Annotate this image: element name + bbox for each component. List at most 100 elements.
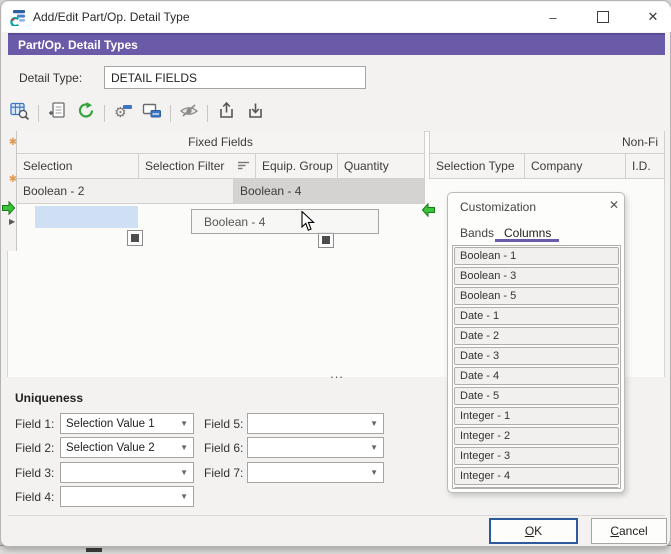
toolbar-separator [207,105,208,122]
active-tab-underline [495,239,559,242]
toolbar: ⚙ [9,100,266,126]
cancel-button[interactable]: Cancel [591,518,667,544]
selected-cell[interactable] [35,206,138,228]
column-header-selection-filter[interactable]: Selection Filter [139,154,256,179]
chevron-down-icon: ▼ [370,419,383,428]
minimize-button[interactable]: – [533,3,573,31]
maximize-button[interactable] [583,3,623,31]
field5-dropdown[interactable]: ▼ [247,413,384,434]
field2-value: Selection Value 2 [66,442,155,454]
drag-ghost-boolean-4: Boolean - 4 [191,209,379,234]
new-document-icon [48,101,67,125]
customization-close-button[interactable]: ✕ [606,198,622,212]
customization-list-item[interactable]: Date - 2 [454,327,619,345]
layout-windows-icon [142,101,162,126]
close-icon: ✕ [648,9,659,25]
customization-list-item[interactable]: Integer - 3 [454,447,619,465]
boolean-2-checkbox[interactable] [127,230,143,246]
field3-dropdown[interactable]: ▼ [60,462,194,483]
grid-search-icon [10,101,30,126]
boolean-4-checkbox[interactable] [318,232,334,248]
toolbar-separator [104,105,105,122]
dialog-window: Add/Edit Part/Op. Detail Type – ✕ Part/O… [0,0,671,547]
customization-list-item[interactable]: Integer - 2 [454,427,619,445]
ok-button[interactable]: OK [489,518,578,544]
field1-label: Field 1: [15,417,54,431]
grid-search-button[interactable] [9,102,31,124]
chevron-down-icon: ▼ [180,419,193,428]
column-header-id[interactable]: I.D. [626,154,665,179]
settings-gear-button[interactable]: ⚙ [112,102,134,124]
band-header-non-fixed[interactable]: Non-Fi [429,131,665,154]
checkbox-indeterminate-icon [131,234,139,242]
column-header-selection-type[interactable]: Selection Type [429,154,525,179]
customization-list-item[interactable]: Integer - 1 [454,407,619,425]
customization-panel: Customization ✕ Bands Columns Boolean - … [447,192,625,493]
drop-indicator-right-arrow-icon [422,203,435,222]
title-bar: Add/Edit Part/Op. Detail Type – ✕ [2,2,671,32]
customization-list-item[interactable]: Integer - 4 [454,467,619,485]
sort-filter-icon [238,159,249,173]
import-down-icon [246,101,265,125]
column-header-boolean-2[interactable]: Boolean - 2 [17,179,234,204]
detail-type-input[interactable]: DETAIL FIELDS [104,66,366,89]
background-window-content [86,548,102,552]
chevron-down-icon: ▼ [180,443,193,452]
field1-value: Selection Value 1 [66,418,155,430]
field1-dropdown[interactable]: Selection Value 1 ▼ [60,413,194,434]
toolbar-separator [170,105,171,122]
caption-text: Part/Op. Detail Types [18,38,138,52]
customization-list-item[interactable]: Boolean - 3 [454,267,619,285]
field6-dropdown[interactable]: ▼ [247,437,384,458]
close-icon: ✕ [609,198,619,212]
field3-label: Field 3: [15,466,54,480]
footer-separator [8,515,665,516]
hide-eye-button[interactable] [178,102,200,124]
close-button[interactable]: ✕ [633,3,671,31]
ok-button-label: OK [525,524,542,538]
hide-eye-icon [179,101,199,126]
chevron-down-icon: ▼ [180,492,193,501]
customization-list: Boolean - 1 Boolean - 3 Boolean - 5 Date… [452,245,621,489]
field7-label: Field 7: [204,466,243,480]
export-up-icon [217,101,236,125]
import-button[interactable] [244,102,266,124]
column-header-quantity[interactable]: Quantity [338,154,425,179]
grid-indicator-column [7,131,17,251]
uniqueness-heading: Uniqueness [15,391,83,405]
new-document-button[interactable] [46,102,68,124]
customization-list-item[interactable]: Boolean - 5 [454,287,619,305]
chevron-down-icon: ▼ [370,468,383,477]
refresh-icon [77,101,96,125]
field2-label: Field 2: [15,441,54,455]
settings-gear-icon: ⚙ [113,101,133,126]
field5-label: Field 5: [204,417,243,431]
tab-bands[interactable]: Bands [460,222,494,244]
export-button[interactable] [215,102,237,124]
column-header-company[interactable]: Company [525,154,626,179]
customization-list-item[interactable]: Date - 5 [454,387,619,405]
column-header-label: Selection Filter [145,159,224,173]
customization-list-item[interactable]: Integer - 5 [454,487,619,489]
column-header-boolean-4-drag-source[interactable]: Boolean - 4 [234,179,425,204]
field2-dropdown[interactable]: Selection Value 2 ▼ [60,437,194,458]
field7-dropdown[interactable]: ▼ [247,462,384,483]
detail-type-value: DETAIL FIELDS [111,71,197,85]
field4-dropdown[interactable]: ▼ [60,486,194,507]
customization-list-item[interactable]: Boolean - 1 [454,247,619,265]
splitter-grip[interactable]: ... [319,366,355,381]
toolbar-separator [38,105,39,122]
field4-label: Field 4: [15,490,54,504]
refresh-button[interactable] [75,102,97,124]
customization-list-item[interactable]: Date - 1 [454,307,619,325]
band-header-fixed[interactable]: Fixed Fields [17,131,425,154]
chevron-down-icon: ▼ [180,468,193,477]
checkbox-indeterminate-icon [322,236,330,244]
minimize-icon: – [549,10,556,25]
column-header-selection[interactable]: Selection [17,154,139,179]
customization-list-item[interactable]: Date - 4 [454,367,619,385]
detail-type-label: Detail Type: [19,71,82,85]
layout-windows-button[interactable] [141,102,163,124]
column-header-equip-group[interactable]: Equip. Group [256,154,338,179]
customization-list-item[interactable]: Date - 3 [454,347,619,365]
